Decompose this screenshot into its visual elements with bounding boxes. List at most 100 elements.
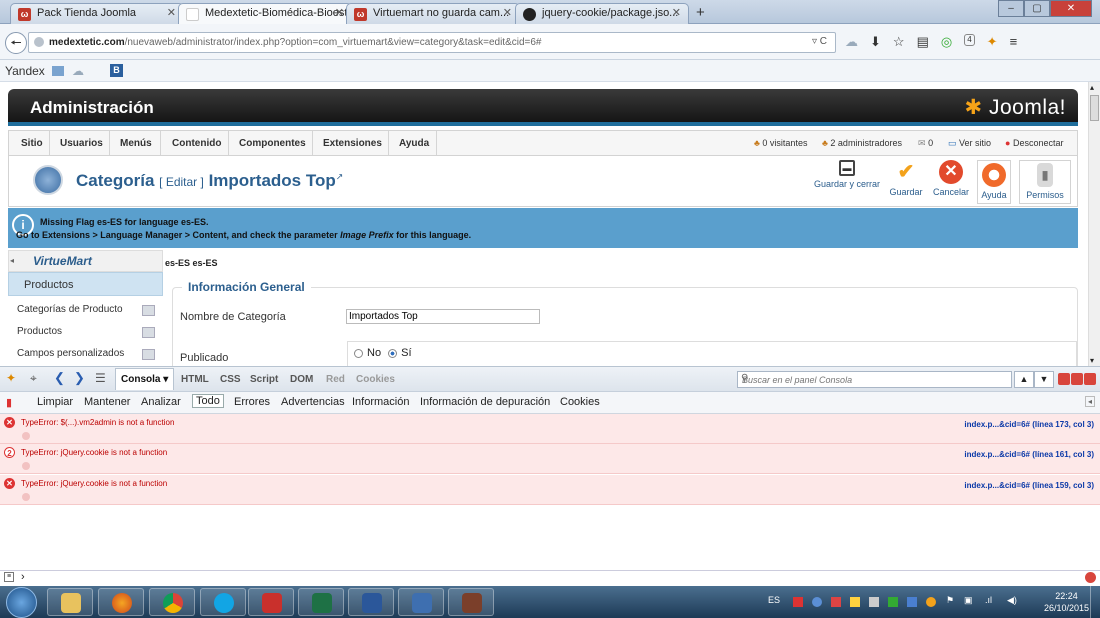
- filter-clear[interactable]: Limpiar: [37, 396, 73, 408]
- notification-badge[interactable]: 4: [964, 34, 975, 46]
- taskbar-app[interactable]: [398, 588, 444, 616]
- tray-icon[interactable]: [888, 597, 898, 607]
- reload-icon[interactable]: ▿ C: [812, 36, 827, 47]
- published-yes-radio[interactable]: [388, 348, 398, 358]
- taskbar-app[interactable]: [448, 588, 494, 616]
- permissions-button[interactable]: ▮ Permisos: [1019, 160, 1071, 204]
- addon-icon[interactable]: ◎: [941, 34, 952, 50]
- sidebar-item-categories[interactable]: Categorías de Producto: [17, 304, 123, 315]
- flag-icon[interactable]: ⚑: [946, 595, 954, 606]
- browser-tab[interactable]: ω Virtuemart no guarda cam... ✕: [346, 3, 520, 24]
- taskbar-app[interactable]: [149, 588, 195, 616]
- previous-result-button[interactable]: ▲: [1014, 371, 1034, 388]
- sidebar-item-custom-fields[interactable]: Campos personalizados: [17, 348, 124, 359]
- save-close-button[interactable]: ▬ Guardar y cerrar: [811, 160, 883, 189]
- tray-icon[interactable]: [793, 597, 803, 607]
- console-error-row[interactable]: 2 TypeError: jQuery.cookie is not a func…: [0, 444, 1100, 474]
- command-editor-icon[interactable]: ≡: [4, 572, 14, 582]
- filter-info[interactable]: Información: [352, 396, 409, 408]
- bookmark-star-icon[interactable]: ☆: [893, 34, 905, 50]
- menu-item[interactable]: Contenido: [172, 138, 221, 149]
- filter-warnings[interactable]: Advertencias: [281, 396, 345, 408]
- tray-icon[interactable]: [831, 597, 841, 607]
- close-icon[interactable]: ✕: [672, 6, 681, 19]
- console-error-row[interactable]: ✕ TypeError: $(...).vm2admin is not a fu…: [0, 414, 1100, 444]
- volume-icon[interactable]: ◀): [1007, 595, 1017, 606]
- close-window-button[interactable]: ✕: [1050, 0, 1092, 17]
- help-button[interactable]: Ayuda: [977, 160, 1011, 204]
- taskbar-app[interactable]: [98, 588, 144, 616]
- error-source-link[interactable]: index.p...&cid=6# (línea 161, col 3): [964, 450, 1094, 459]
- taskbar-app[interactable]: [200, 588, 246, 616]
- maximize-button[interactable]: ▢: [1024, 0, 1050, 17]
- expand-icon[interactable]: [22, 432, 30, 440]
- console-error-row[interactable]: ✕ TypeError: jQuery.cookie is not a func…: [0, 475, 1100, 505]
- forward-icon[interactable]: ❯: [74, 370, 85, 386]
- scroll-down-icon[interactable]: ▾: [1090, 356, 1094, 365]
- menu-icon[interactable]: ≡: [1010, 34, 1018, 50]
- scroll-thumb[interactable]: [1090, 95, 1099, 121]
- tray-icon[interactable]: [869, 597, 879, 607]
- start-button[interactable]: [6, 587, 37, 618]
- filter-cookies[interactable]: Cookies: [560, 396, 600, 408]
- weather-icon[interactable]: ☁: [72, 64, 84, 78]
- back-button[interactable]: 🠔: [5, 32, 27, 54]
- console-search-input[interactable]: [737, 371, 1012, 388]
- published-no-radio[interactable]: [354, 348, 363, 358]
- tab-net[interactable]: Red: [326, 374, 345, 385]
- scroll-up-icon[interactable]: ▴: [1090, 83, 1094, 92]
- show-desktop-button[interactable]: [1090, 586, 1100, 618]
- menu-item[interactable]: Usuarios: [60, 138, 103, 149]
- menu-item[interactable]: Extensiones: [323, 138, 382, 149]
- view-site-link[interactable]: ▭ Ver sitio: [948, 138, 991, 149]
- filter-errors[interactable]: Errores: [234, 396, 270, 408]
- tab-console[interactable]: Consola ▾: [115, 368, 175, 390]
- yandex-logo[interactable]: Yandex: [5, 64, 45, 78]
- firebug-icon[interactable]: ✦: [987, 34, 998, 50]
- category-name-input[interactable]: [346, 309, 540, 324]
- browser-tab-active[interactable]: Medextetic-Biomédica-Bioesté... ✕: [178, 3, 352, 25]
- weather-icon[interactable]: ☁: [845, 34, 858, 50]
- collapse-icon[interactable]: ◂: [10, 256, 14, 265]
- url-bar[interactable]: medextetic.com/nuevaweb/administrator/in…: [28, 32, 836, 53]
- close-panel-button[interactable]: [1084, 373, 1096, 385]
- tray-icon[interactable]: [907, 597, 917, 607]
- filter-profile[interactable]: Analizar: [141, 396, 181, 408]
- menu-item[interactable]: Sitio: [21, 138, 43, 149]
- taskbar-app[interactable]: [348, 588, 394, 616]
- tab-script[interactable]: Script: [250, 374, 278, 385]
- logout-link[interactable]: ● Desconectar: [1005, 138, 1063, 148]
- minimize-button[interactable]: –: [998, 0, 1024, 17]
- tab-dom[interactable]: DOM: [290, 374, 313, 385]
- bookmark-icon[interactable]: B: [110, 64, 123, 77]
- new-tab-button[interactable]: +: [696, 4, 705, 21]
- expand-icon[interactable]: [22, 462, 30, 470]
- minimize-panel-button[interactable]: [1058, 373, 1070, 385]
- tray-icon[interactable]: [812, 597, 822, 607]
- browser-tab[interactable]: ω Pack Tienda Joomla ✕: [10, 3, 184, 24]
- download-icon[interactable]: ⬇: [870, 34, 881, 50]
- cancel-button[interactable]: ✕ Cancelar: [931, 160, 971, 197]
- close-command-line-icon[interactable]: [1085, 572, 1096, 583]
- expand-icon[interactable]: [22, 493, 30, 501]
- signal-icon[interactable]: .ıl: [985, 595, 992, 605]
- firebug-icon[interactable]: ✦: [6, 371, 16, 385]
- tab-cookies[interactable]: Cookies: [356, 374, 395, 385]
- close-icon[interactable]: ✕: [167, 6, 176, 19]
- back-icon[interactable]: ❮: [54, 370, 65, 386]
- menu-item[interactable]: Ayuda: [399, 138, 429, 149]
- taskbar-app[interactable]: [47, 588, 93, 616]
- browser-tab[interactable]: jquery-cookie/package.jso... ✕: [515, 3, 689, 24]
- tray-icon[interactable]: [926, 597, 936, 607]
- chevron-left-icon[interactable]: ◂: [1085, 396, 1096, 407]
- filter-debug[interactable]: Información de depuración: [420, 396, 550, 408]
- clear-console-icon[interactable]: ▮: [6, 396, 12, 409]
- bookmarks-icon[interactable]: ▤: [917, 34, 929, 50]
- sidebar-section-products[interactable]: Productos: [8, 272, 163, 296]
- list-icon[interactable]: ☰: [95, 371, 106, 385]
- detach-panel-button[interactable]: [1071, 373, 1083, 385]
- next-result-button[interactable]: ▼: [1034, 371, 1054, 388]
- tab-html[interactable]: HTML: [181, 374, 209, 385]
- tray-icon[interactable]: [850, 597, 860, 607]
- error-source-link[interactable]: index.p...&cid=6# (línea 159, col 3): [964, 481, 1094, 490]
